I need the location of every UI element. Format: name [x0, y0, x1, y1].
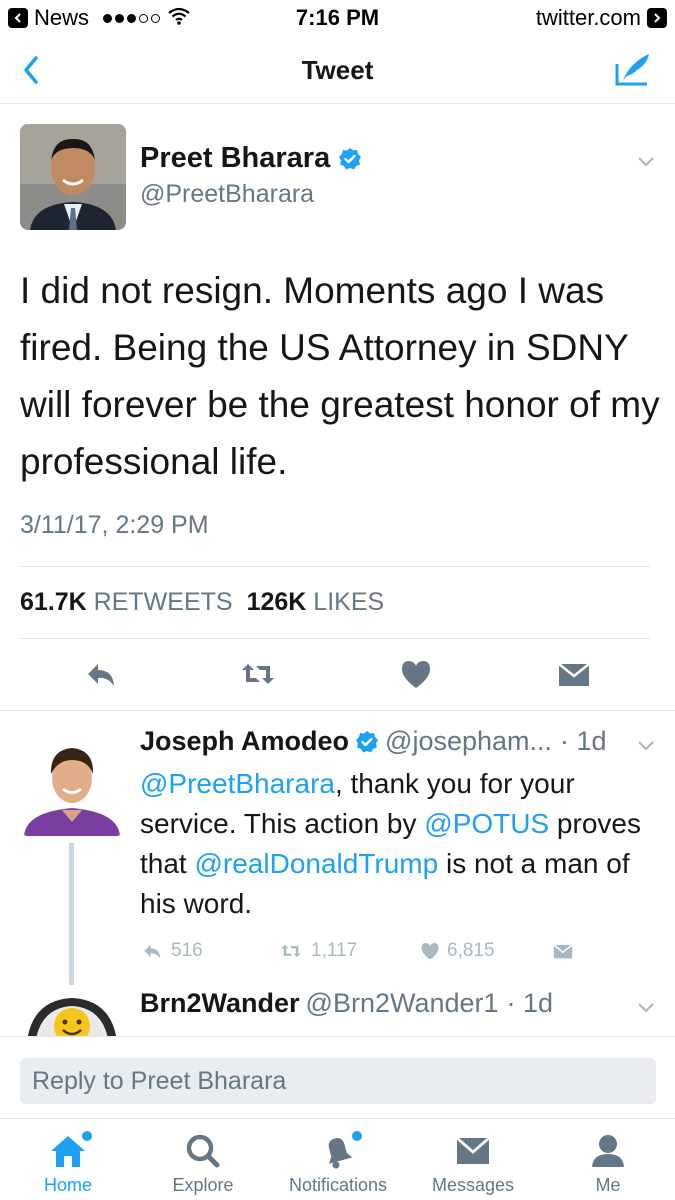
- mention-link[interactable]: @POTUS: [424, 808, 549, 839]
- reply-text: @PreetBharara, thank you for your servic…: [140, 764, 660, 924]
- tab-explore[interactable]: Explore: [143, 1133, 263, 1196]
- compose-feather-icon: [615, 54, 649, 86]
- reply-author-avatar[interactable]: [20, 992, 124, 1036]
- envelope-icon: [553, 944, 573, 959]
- heart-icon: [421, 943, 439, 960]
- chevron-down-icon: [638, 1003, 654, 1013]
- retweets-count: 61.7K: [20, 588, 87, 616]
- reply-header: Joseph Amodeo @josepham... · 1d: [140, 726, 607, 757]
- person-icon: [588, 1133, 628, 1169]
- tab-notifications[interactable]: Notifications: [278, 1131, 398, 1196]
- mention-link[interactable]: @PreetBharara: [140, 768, 335, 799]
- status-site-label: twitter.com: [535, 5, 641, 30]
- reply-count: 516: [171, 940, 203, 961]
- notification-dot: [82, 1131, 92, 1141]
- divider: [20, 638, 650, 639]
- tab-home-label: Home: [43, 1175, 92, 1195]
- tweet-text: I did not resign. Moments ago I was fire…: [20, 270, 660, 482]
- reply-button[interactable]: [84, 656, 120, 692]
- tab-messages-label: Messages: [431, 1175, 515, 1195]
- tweet-options-button[interactable]: [635, 150, 657, 172]
- tab-home[interactable]: Home: [8, 1131, 128, 1196]
- tab-messages[interactable]: Messages: [413, 1133, 533, 1196]
- retweet-icon: [281, 944, 301, 958]
- envelope-icon: [453, 1133, 493, 1169]
- likes-count: 126K: [246, 588, 307, 616]
- tab-me-label: Me: [595, 1175, 621, 1195]
- mention-link[interactable]: @realDonaldTrump: [194, 848, 438, 879]
- reply-dm-button[interactable]: [550, 940, 576, 962]
- heart-icon: [402, 661, 430, 688]
- author-handle[interactable]: @PreetBharara: [140, 180, 314, 209]
- page-title: Tweet: [301, 55, 374, 85]
- verified-badge-icon: [339, 147, 362, 169]
- reply-options-button[interactable]: [635, 734, 657, 756]
- like-count: 6,815: [447, 940, 495, 961]
- search-icon: [183, 1133, 223, 1169]
- reply-input[interactable]: Reply to Preet Bharara: [20, 1058, 656, 1104]
- like-button[interactable]: [398, 656, 434, 692]
- envelope-icon: [558, 663, 590, 686]
- author-name-text: Preet Bharara: [140, 142, 331, 174]
- compose-tweet-button[interactable]: [613, 50, 653, 88]
- direct-message-button[interactable]: [556, 656, 592, 692]
- retweet-button[interactable]: [240, 656, 276, 692]
- tweet-stats: 61.7K RETWEETS 126K LIKES: [20, 588, 384, 617]
- reply-author-avatar[interactable]: [20, 732, 124, 836]
- reply-retweet-button[interactable]: 1,117: [276, 940, 357, 962]
- tab-explore-label: Explore: [172, 1175, 234, 1195]
- reply-author-handle[interactable]: @Brn2Wander1: [306, 988, 499, 1019]
- status-site-link[interactable]: twitter.com: [536, 5, 667, 31]
- retweets-stat[interactable]: 61.7K RETWEETS: [20, 588, 233, 617]
- status-bar: News 7:16 PM twitter.com: [0, 0, 675, 36]
- chevron-down-icon: [638, 157, 654, 167]
- retweet-icon: [242, 664, 274, 684]
- reply-time: · 1d: [560, 726, 607, 756]
- likes-stat[interactable]: 126K LIKES: [247, 588, 385, 617]
- author-avatar[interactable]: [20, 124, 126, 230]
- retweets-label: RETWEETS: [93, 588, 233, 616]
- divider: [0, 710, 675, 711]
- reply-like-button[interactable]: 6,815: [418, 940, 495, 962]
- reply-composer-bar: Reply to Preet Bharara: [0, 1036, 675, 1118]
- home-icon: [48, 1131, 92, 1169]
- reply-time: · 1d: [506, 988, 554, 1018]
- reply-options-button[interactable]: [635, 996, 657, 1018]
- verified-badge-icon: [356, 730, 379, 752]
- reply-icon: [144, 944, 161, 959]
- tab-notifications-label: Notifications: [288, 1175, 388, 1195]
- divider: [20, 566, 650, 567]
- reply-author-name[interactable]: Joseph Amodeo: [140, 726, 349, 757]
- reply-header: Brn2Wander @Brn2Wander1 · 1d: [140, 988, 553, 1019]
- thread-connector-line: [69, 843, 74, 985]
- reply-author-name[interactable]: Brn2Wander: [140, 988, 300, 1019]
- forward-arrow-icon: [647, 8, 667, 28]
- nav-bar: Tweet: [0, 36, 675, 104]
- tweet-timestamp: 3/11/17, 2:29 PM: [20, 511, 209, 539]
- bell-icon: [318, 1131, 362, 1169]
- tab-me[interactable]: Me: [548, 1133, 668, 1196]
- reply-reply-button[interactable]: 516: [140, 940, 203, 962]
- reply-actions: 516 1,117 6,815: [140, 940, 610, 966]
- author-name[interactable]: Preet Bharara: [140, 142, 362, 175]
- chevron-down-icon: [638, 741, 654, 751]
- tweet-actions: [0, 656, 675, 692]
- reply-author-handle[interactable]: @josepham...: [385, 726, 552, 757]
- bottom-tab-bar: Home Explore Notifications Messages Me: [0, 1118, 675, 1200]
- likes-label: LIKES: [313, 588, 385, 616]
- retweet-count: 1,117: [311, 940, 358, 961]
- reply-icon: [88, 664, 114, 686]
- notification-dot: [352, 1131, 362, 1141]
